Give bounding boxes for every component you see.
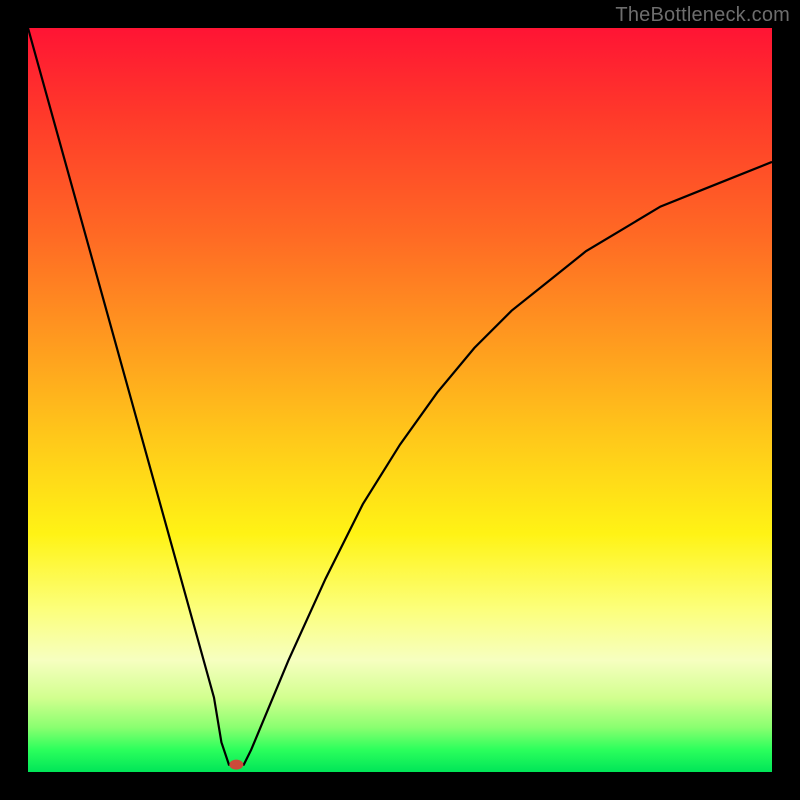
bottleneck-curve [28,28,772,765]
chart-stage: TheBottleneck.com [0,0,800,800]
curve-layer [28,28,772,772]
watermark-text: TheBottleneck.com [615,4,790,27]
plot-area [28,28,772,772]
optimum-marker [229,760,243,770]
